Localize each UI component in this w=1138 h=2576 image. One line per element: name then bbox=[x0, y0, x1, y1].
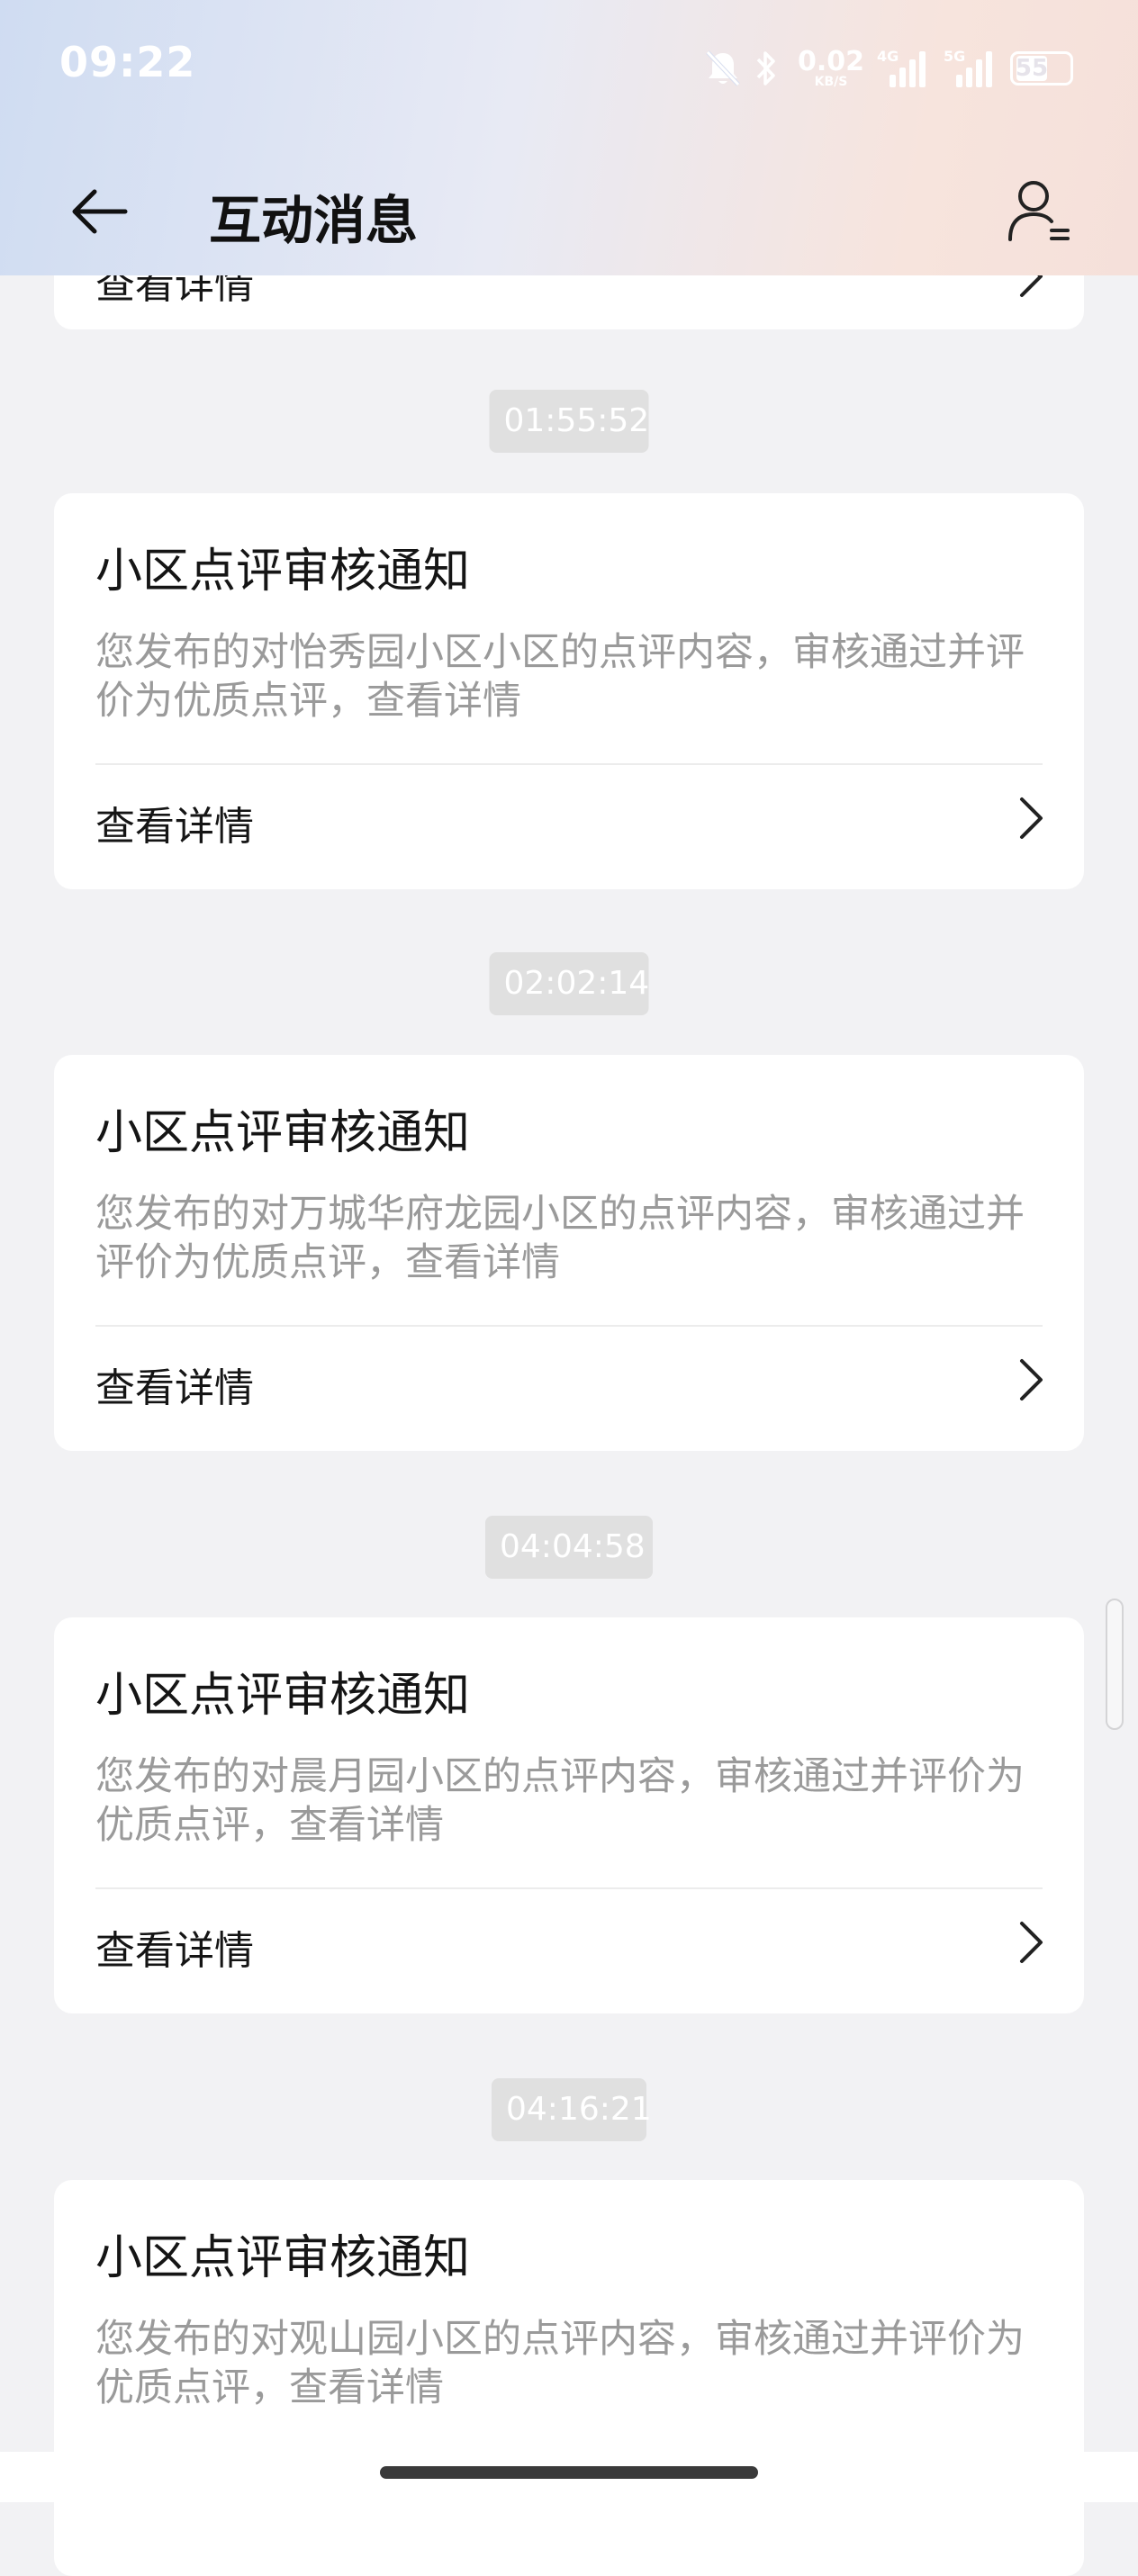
signal-icon: 5G bbox=[944, 48, 998, 89]
message-description: 您发布的对万城华府龙园小区的点评内容，审核通过并评价为优质点评，查看详情 bbox=[95, 1192, 1025, 1285]
message-title: 小区点评审核通知 bbox=[95, 1106, 471, 1160]
message-title: 小区点评审核通知 bbox=[95, 2231, 471, 2285]
profile-button[interactable] bbox=[1001, 173, 1077, 248]
page-title: 互动消息 bbox=[209, 190, 419, 251]
message-card[interactable]: 小区点评审核通知 您发布的对晨月园小区的点评内容，审核通过并评价为优质点评，查看… bbox=[54, 1617, 1084, 2013]
nav-bar: 互动消息 bbox=[0, 153, 1138, 270]
bluetooth-icon bbox=[756, 51, 775, 86]
status-icons: 0.02 KB/S 4G 5G 55 bbox=[704, 41, 1073, 95]
view-details-label: 查看详情 bbox=[95, 1365, 254, 1411]
back-button[interactable] bbox=[63, 180, 135, 243]
net-speed-unit: KB/S bbox=[814, 75, 848, 89]
chevron-right-icon bbox=[1020, 1922, 1043, 1963]
arrow-left-icon bbox=[72, 189, 128, 234]
view-details-link[interactable]: 查看详情 bbox=[54, 1889, 1084, 2013]
status-time: 09:22 bbox=[59, 38, 196, 86]
message-card[interactable]: 小区点评审核通知 您发布的对万城华府龙园小区的点评内容，审核通过并评价为优质点评… bbox=[54, 1055, 1084, 1451]
status-bar: 09:22 0.02 KB/S 4G 5G 55 bbox=[0, 0, 1138, 135]
home-indicator[interactable] bbox=[380, 2466, 758, 2479]
view-details-link[interactable]: 查看详情 bbox=[54, 765, 1084, 889]
message-description: 您发布的对怡秀园小区小区的点评内容，审核通过并评价为优质点评，查看详情 bbox=[95, 630, 1025, 724]
net-speed: 0.02 KB/S bbox=[797, 46, 864, 89]
message-card[interactable]: 小区点评审核通知 您发布的对怡秀园小区小区的点评内容，审核通过并评价为优质点评，… bbox=[54, 493, 1084, 889]
header: 09:22 0.02 KB/S 4G 5G 55 互动消息 bbox=[0, 0, 1138, 275]
message-description: 您发布的对晨月园小区的点评内容，审核通过并评价为优质点评，查看详情 bbox=[95, 1754, 1025, 1848]
timestamp-badge: 01:55:52 bbox=[489, 390, 649, 453]
message-description: 您发布的对观山园小区的点评内容，审核通过并评价为优质点评，查看详情 bbox=[95, 2317, 1025, 2410]
message-title: 小区点评审核通知 bbox=[95, 1669, 471, 1723]
message-title: 小区点评审核通知 bbox=[95, 545, 471, 599]
net-speed-value: 0.02 bbox=[797, 46, 864, 77]
timestamp-badge: 02:02:14 bbox=[489, 952, 649, 1015]
view-details-link[interactable]: 查看详情 bbox=[54, 1327, 1084, 1451]
view-details-label: 查看详情 bbox=[95, 804, 254, 850]
message-card[interactable]: 小区点评审核通知 您发布的对观山园小区的点评内容，审核通过并评价为优质点评，查看… bbox=[54, 2180, 1084, 2576]
chevron-right-icon bbox=[1020, 1359, 1043, 1401]
timestamp-badge: 04:04:58 bbox=[485, 1516, 653, 1579]
timestamp-badge: 04:16:21 bbox=[492, 2078, 652, 2141]
scrollbar-thumb[interactable] bbox=[1106, 1599, 1124, 1730]
view-details-label: 查看详情 bbox=[95, 1928, 254, 1974]
user-list-icon bbox=[1008, 181, 1070, 241]
battery-icon: 55 bbox=[1010, 51, 1073, 86]
signal-icon: 4G bbox=[877, 48, 931, 89]
chevron-right-icon bbox=[1020, 797, 1043, 839]
battery-level: 55 bbox=[1015, 55, 1049, 82]
bell-mute-icon bbox=[706, 50, 740, 86]
